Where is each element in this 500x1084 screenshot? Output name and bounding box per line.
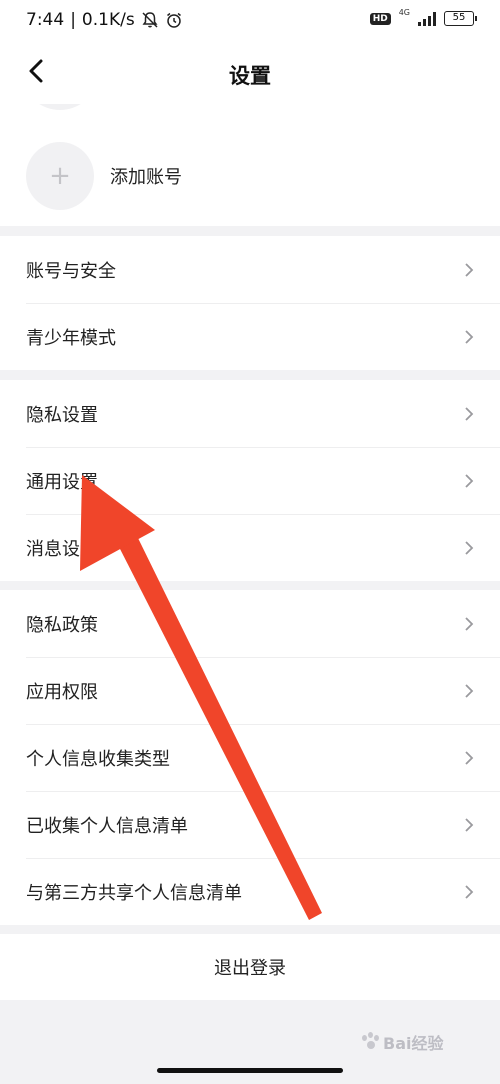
status-left: 7:44 | 0.1K/s	[26, 10, 183, 30]
settings-item-label: 个人信息收集类型	[26, 748, 170, 770]
settings-item-youth-mode[interactable]: 青少年模式	[0, 303, 500, 370]
page-title: 设置	[229, 64, 271, 88]
settings-item-message-settings[interactable]: 消息设置	[0, 514, 500, 581]
settings-item-label: 青少年模式	[26, 327, 116, 349]
logout-button[interactable]: 退出登录	[0, 934, 500, 1000]
add-account-button[interactable]: + 添加账号	[26, 142, 182, 210]
settings-item-label: 与第三方共享个人信息清单	[26, 882, 242, 904]
watermark: Bai经验	[360, 1030, 443, 1054]
chevron-right-icon	[465, 818, 474, 832]
home-indicator[interactable]	[157, 1068, 343, 1073]
bell-off-icon	[142, 12, 158, 28]
avatar[interactable]	[26, 104, 94, 110]
settings-item-label: 应用权限	[26, 681, 98, 703]
hd-badge: HD	[369, 12, 391, 25]
status-right: HD 4G 55	[369, 8, 477, 26]
settings-group-account: 账号与安全 青少年模式	[0, 236, 500, 370]
signal-icon	[418, 11, 436, 26]
chevron-right-icon	[465, 751, 474, 765]
chevron-right-icon	[465, 541, 474, 555]
paw-icon	[360, 1032, 380, 1052]
settings-item-app-permissions[interactable]: 应用权限	[0, 657, 500, 724]
chevron-right-icon	[465, 684, 474, 698]
chevron-right-icon	[465, 474, 474, 488]
settings-item-collected-info-list[interactable]: 已收集个人信息清单	[0, 791, 500, 858]
settings-item-general-settings[interactable]: 通用设置	[0, 447, 500, 514]
settings-item-third-party-sharing-list[interactable]: 与第三方共享个人信息清单	[0, 858, 500, 925]
account-card: + 添加账号	[0, 104, 500, 226]
settings-item-privacy-policy[interactable]: 隐私政策	[0, 590, 500, 657]
network-label: 4G	[398, 8, 410, 17]
chevron-right-icon	[465, 263, 474, 277]
logout-label: 退出登录	[214, 958, 286, 979]
status-speed: 0.1K/s	[81, 10, 135, 30]
status-divider: |	[70, 10, 76, 30]
settings-item-label: 消息设置	[26, 538, 98, 560]
status-time: 7:44	[26, 10, 65, 30]
settings-group-privacy: 隐私政策 应用权限 个人信息收集类型 已收集个人信息清单 与第三方共享个人信息清…	[0, 590, 500, 925]
battery-icon: 55	[444, 11, 477, 26]
status-bar: 7:44 | 0.1K/s HD 4G 55	[0, 0, 500, 42]
alarm-icon	[166, 12, 181, 28]
chevron-right-icon	[465, 407, 474, 421]
settings-item-label: 隐私设置	[26, 404, 98, 426]
chevron-right-icon	[465, 330, 474, 344]
settings-item-info-collection-types[interactable]: 个人信息收集类型	[0, 724, 500, 791]
settings-item-account-security[interactable]: 账号与安全	[0, 236, 500, 303]
watermark-text: Bai经验	[383, 1034, 444, 1053]
settings-item-label: 已收集个人信息清单	[26, 815, 188, 837]
chevron-right-icon	[465, 885, 474, 899]
settings-item-label: 账号与安全	[26, 260, 116, 282]
add-account-label: 添加账号	[110, 167, 182, 188]
settings-group-preferences: 隐私设置 通用设置 消息设置	[0, 380, 500, 581]
settings-item-label: 通用设置	[26, 471, 98, 493]
nav-bar: 设置	[0, 42, 500, 104]
settings-item-label: 隐私政策	[26, 614, 98, 636]
chevron-right-icon	[465, 617, 474, 631]
settings-item-privacy-settings[interactable]: 隐私设置	[0, 380, 500, 447]
plus-icon: +	[26, 142, 94, 210]
